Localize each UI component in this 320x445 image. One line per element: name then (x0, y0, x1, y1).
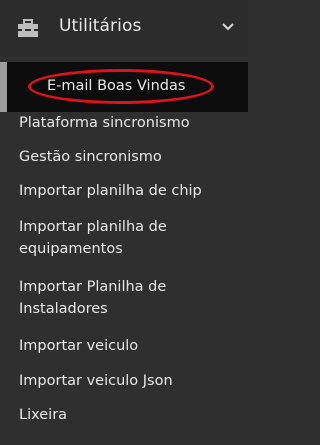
menu-item-email-boas-vindas[interactable]: E-mail Boas Vindas (0, 62, 248, 112)
toolbox-icon (18, 19, 38, 37)
menu-item-importar-veiculo-json[interactable]: Importar veiculo Json (0, 370, 248, 406)
menu-item-label: Importar planilha de equipamentos (19, 219, 167, 257)
active-marker (0, 62, 7, 112)
menu-item-label: Gestão sincronismo (19, 149, 162, 165)
menu-item-gestao-sincronismo[interactable]: Gestão sincronismo (0, 146, 248, 182)
menu-item-importar-planilha-chip[interactable]: Importar planilha de chip (0, 180, 248, 216)
menu-item-label: Lixeira (19, 407, 68, 423)
menu-item-label: Importar planilha de chip (19, 183, 202, 199)
menu-item-label: E-mail Boas Vindas (47, 78, 186, 94)
menu-item-lixeira[interactable]: Lixeira (0, 404, 248, 440)
menu-item-importar-veiculo[interactable]: Importar veiculo (0, 335, 248, 371)
utilitarios-menu-header[interactable]: Utilitários (0, 0, 248, 57)
menu-item-importar-planilha-equipamentos[interactable]: Importar planilha de equipamentos (0, 216, 248, 264)
menu-item-label: Importar veiculo (19, 338, 139, 354)
menu-item-label: Importar veiculo Json (19, 373, 173, 389)
menu-item-label: Plataforma sincronismo (19, 115, 190, 131)
menu-item-importar-planilha-instaladores[interactable]: Importar Planilha de Instaladores (0, 276, 248, 324)
menu-title: Utilitários (59, 16, 142, 36)
chevron-down-icon[interactable] (221, 20, 235, 34)
menu-item-plataforma-sincronismo[interactable]: Plataforma sincronismo (0, 112, 248, 148)
menu-item-label: Importar Planilha de Instaladores (19, 279, 167, 317)
